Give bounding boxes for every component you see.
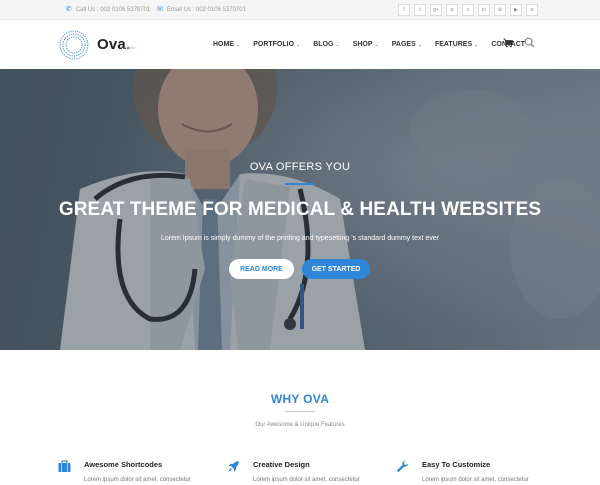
phone-icon: ✆ bbox=[66, 6, 72, 13]
vimeo-icon[interactable]: v bbox=[462, 4, 474, 16]
feature-text: Lorem ipsum dolor sit amet, consectetur bbox=[84, 477, 191, 483]
chevron-down-icon: ⌄ bbox=[335, 41, 340, 48]
hero-divider bbox=[285, 183, 315, 185]
linkedin-icon[interactable]: in bbox=[478, 4, 490, 16]
feature-title: Easy To Customize bbox=[422, 460, 491, 469]
logo-icon[interactable] bbox=[59, 30, 89, 60]
chevron-down-icon: ⌄ bbox=[374, 41, 379, 48]
get-started-button[interactable]: GET STARTED bbox=[302, 259, 370, 279]
hero-subtitle: OVA OFFERS YOU bbox=[249, 161, 351, 173]
chevron-down-icon: ⌄ bbox=[474, 41, 479, 48]
cart-icon[interactable] bbox=[503, 38, 513, 48]
rocket-icon bbox=[228, 461, 239, 472]
hero-description: Lorem Ipsum is simply dummy of the print… bbox=[161, 235, 439, 242]
social-links: f t g+ p v in ⊕ ▶ ≋ bbox=[398, 4, 538, 16]
feature-creative-design: Creative Design Lorem ipsum dolor sit am… bbox=[227, 458, 377, 485]
twitter-icon[interactable]: t bbox=[414, 4, 426, 16]
nav-features[interactable]: FEATURES ⌄ bbox=[435, 41, 478, 48]
email-info: ✉ Email Us : 002 0106 5370701 bbox=[157, 6, 246, 13]
call-info: ✆ Call Us : 002 0106 5370701 bbox=[66, 6, 150, 13]
nav-shop[interactable]: SHOP ⌄ bbox=[353, 41, 379, 48]
feature-title: Awesome Shortcodes bbox=[84, 460, 163, 469]
call-text: Call Us : 002 0106 5370701 bbox=[75, 6, 151, 13]
chevron-down-icon: ⌄ bbox=[296, 41, 301, 48]
main-nav: HOME ⌄ PORTFOLIO ⌄ BLOG ⌄ SHOP ⌄ PAGES ⌄ FEAT… bbox=[213, 41, 538, 48]
facebook-icon[interactable]: f bbox=[398, 4, 410, 16]
youtube-icon[interactable]: ▶ bbox=[510, 4, 522, 16]
google-plus-icon[interactable]: g+ bbox=[430, 4, 442, 16]
envelope-icon: ✉ bbox=[157, 6, 163, 13]
pinterest-icon[interactable]: p bbox=[446, 4, 458, 16]
chevron-down-icon: ⌄ bbox=[236, 41, 241, 48]
feature-text: Lorem ipsum dolor sit amet, consectetur bbox=[253, 477, 360, 483]
search-icon[interactable] bbox=[524, 37, 535, 48]
feature-text: Lorem ipsum dolor sit amet, consectetur bbox=[422, 477, 529, 483]
email-text: Email Us : 002 0106 5370701 bbox=[166, 6, 246, 13]
top-bar: ✆ Call Us : 002 0106 5370701 ✉ Email Us … bbox=[0, 0, 600, 20]
chevron-down-icon: ⌄ bbox=[417, 41, 422, 48]
briefcase-icon bbox=[58, 460, 71, 472]
nav-blog[interactable]: BLOG ⌄ bbox=[313, 41, 339, 48]
wrench-icon bbox=[396, 460, 409, 473]
why-divider bbox=[285, 411, 315, 412]
feature-title: Creative Design bbox=[253, 460, 310, 469]
hero-banner: OVA OFFERS YOU GREAT THEME FOR MEDICAL &… bbox=[0, 69, 600, 350]
logo-tagline: Health bbox=[124, 45, 136, 50]
nav-pages[interactable]: PAGES ⌄ bbox=[392, 41, 422, 48]
dribbble-icon[interactable]: ⊕ bbox=[494, 4, 506, 16]
rss-icon[interactable]: ≋ bbox=[526, 4, 538, 16]
feature-shortcodes: Awesome Shortcodes Lorem ipsum dolor sit… bbox=[58, 458, 208, 485]
hero-title: GREAT THEME FOR MEDICAL & HEALTH WEBSITE… bbox=[58, 199, 542, 220]
feature-customize: Easy To Customize Lorem ipsum dolor sit … bbox=[396, 458, 546, 485]
read-more-button[interactable]: READ MORE bbox=[229, 259, 294, 279]
why-title: WHY OVA bbox=[270, 392, 330, 406]
nav-home[interactable]: HOME ⌄ bbox=[213, 41, 240, 48]
nav-portfolio[interactable]: PORTFOLIO ⌄ bbox=[253, 41, 300, 48]
site-header: Ova. Health HOME ⌄ PORTFOLIO ⌄ BLOG ⌄ SHOP ⌄… bbox=[0, 20, 600, 69]
why-subtitle: Our Awesome & Unique Features bbox=[255, 422, 345, 428]
